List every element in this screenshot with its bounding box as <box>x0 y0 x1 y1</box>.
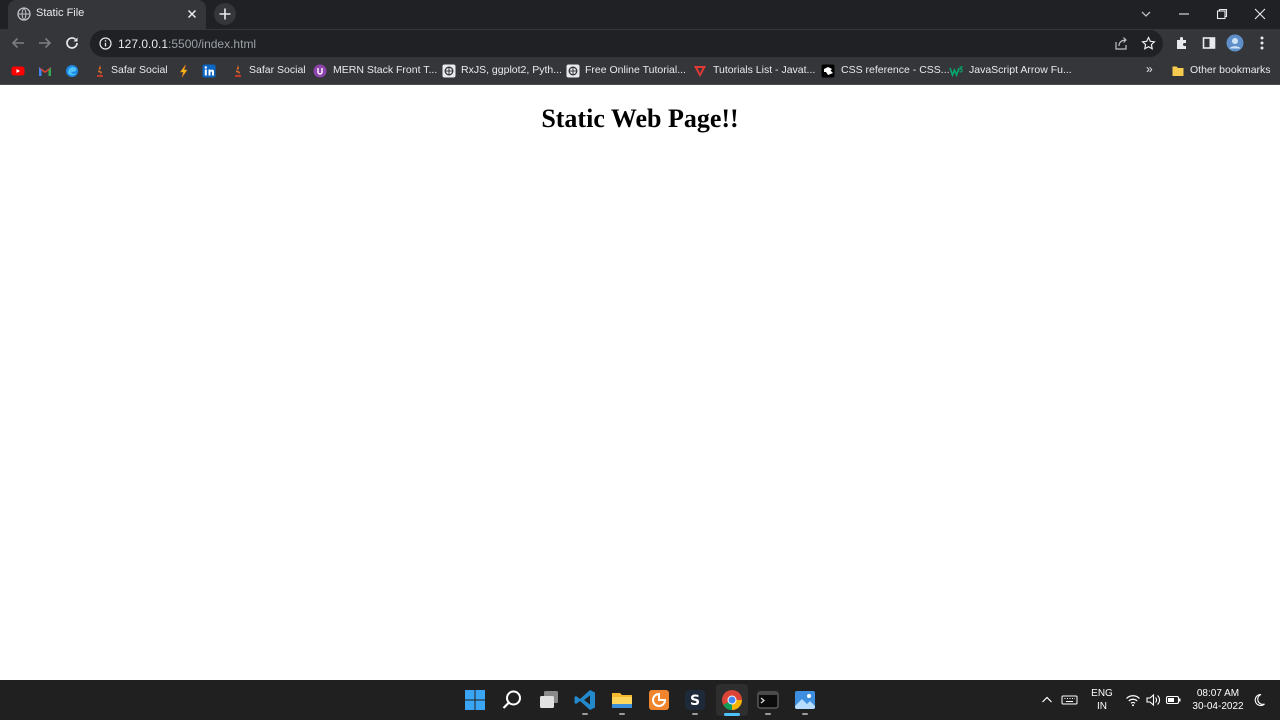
tutorial-icon <box>566 64 580 78</box>
info-icon[interactable] <box>99 37 112 50</box>
profile-avatar-icon[interactable] <box>1225 33 1245 53</box>
forward-arrow-icon[interactable] <box>35 33 55 53</box>
clock[interactable]: 08:07 AM 30-04-2022 <box>1188 687 1248 713</box>
office-app-icon[interactable] <box>647 688 671 712</box>
running-indicator <box>619 713 625 715</box>
bookmark-label: Safar Social <box>111 64 168 76</box>
page-heading: Static Web Page!! <box>541 104 739 133</box>
bookmarks-overflow-button[interactable]: » <box>1146 62 1153 76</box>
running-indicator <box>582 713 588 715</box>
menu-kebab-icon[interactable] <box>1252 33 1272 53</box>
file-explorer-icon[interactable] <box>610 688 634 712</box>
volume-icon[interactable] <box>1145 692 1161 708</box>
gmail-icon <box>39 67 51 76</box>
bookmark-label: MERN Stack Front T... <box>333 64 438 76</box>
safar-social-icon <box>97 65 103 77</box>
tab-static-file[interactable]: Static File <box>8 0 206 29</box>
bookmark-label: CSS reference - CSS... <box>841 64 950 76</box>
new-tab-button[interactable] <box>214 3 236 25</box>
focus-assist-moon-icon[interactable] <box>1252 693 1266 707</box>
minimize-button[interactable] <box>1174 4 1194 24</box>
sublime-s-icon[interactable]: S <box>683 688 707 712</box>
back-arrow-icon[interactable] <box>8 33 28 53</box>
battery-icon[interactable] <box>1165 692 1182 708</box>
w3schools-icon <box>949 66 963 78</box>
svg-text:S: S <box>690 693 700 709</box>
address-bar[interactable]: 127.0.0.1:5500/index.html <box>90 30 1163 57</box>
clock-date: 30-04-2022 <box>1192 701 1244 712</box>
bookmarks-bar: Safar Social Safar Social MERN Stack Fro… <box>0 57 1280 85</box>
wifi-icon[interactable] <box>1125 692 1141 708</box>
bookmark-label: Free Online Tutorial... <box>585 64 686 76</box>
start-button[interactable] <box>463 688 487 712</box>
close-icon[interactable] <box>184 6 200 22</box>
mdn-icon <box>821 64 835 78</box>
linkedin-icon <box>202 64 216 78</box>
tutorial-icon <box>442 64 456 78</box>
url-host: 127.0.0.1 <box>118 37 169 51</box>
terminal-icon[interactable] <box>756 688 780 712</box>
bookmark-label: RxJS, ggplot2, Pyth... <box>461 64 562 76</box>
bookmark-label: Tutorials List - Javat... <box>713 64 816 76</box>
language-code: ENG <box>1091 688 1113 699</box>
browser-toolbar: 127.0.0.1:5500/index.html <box>0 29 1280 57</box>
other-bookmarks-label: Other bookmarks <box>1190 64 1271 76</box>
close-window-button[interactable] <box>1250 4 1270 24</box>
share-icon[interactable] <box>1114 36 1129 51</box>
youtube-icon <box>11 66 25 76</box>
tab-title: Static File <box>36 7 85 19</box>
keyboard-icon[interactable] <box>1061 693 1078 707</box>
reload-icon[interactable] <box>62 33 82 53</box>
task-view-icon[interactable] <box>537 688 561 712</box>
javatpoint-icon <box>694 66 706 77</box>
side-panel-icon[interactable] <box>1199 33 1219 53</box>
bookmark-star-icon[interactable] <box>1141 36 1156 51</box>
windows-taskbar: S ENG IN 08:07 AM 30-04-2022 <box>0 680 1280 720</box>
mern-icon <box>313 64 327 78</box>
bookmark-label: Safar Social <box>249 64 306 76</box>
photos-icon[interactable] <box>793 688 817 712</box>
web-page-content: Static Web Page!! <box>0 86 1280 680</box>
chevron-up-icon[interactable] <box>1040 693 1054 707</box>
active-indicator <box>724 713 740 716</box>
search-icon[interactable] <box>500 688 524 712</box>
edge-icon <box>66 65 78 77</box>
running-indicator <box>802 713 808 715</box>
folder-icon <box>1172 66 1184 76</box>
running-indicator <box>692 713 698 715</box>
extensions-icon[interactable] <box>1172 33 1192 53</box>
safar-social-icon <box>235 65 241 77</box>
tab-search-icon[interactable] <box>1136 4 1156 24</box>
vscode-icon[interactable] <box>573 688 597 712</box>
clock-time: 08:07 AM <box>1196 688 1240 699</box>
globe-icon <box>17 7 31 21</box>
tab-strip: Static File <box>0 0 1280 29</box>
chrome-icon[interactable] <box>720 688 744 712</box>
region-code: IN <box>1097 701 1107 712</box>
bolt-icon <box>179 64 188 78</box>
language-indicator[interactable]: ENG IN <box>1087 687 1117 713</box>
bookmark-label: JavaScript Arrow Fu... <box>969 64 1072 76</box>
url-path: :5500/index.html <box>168 37 257 51</box>
restore-button[interactable] <box>1212 4 1232 24</box>
running-indicator <box>765 713 771 715</box>
url-text[interactable]: 127.0.0.1:5500/index.html <box>118 37 256 51</box>
